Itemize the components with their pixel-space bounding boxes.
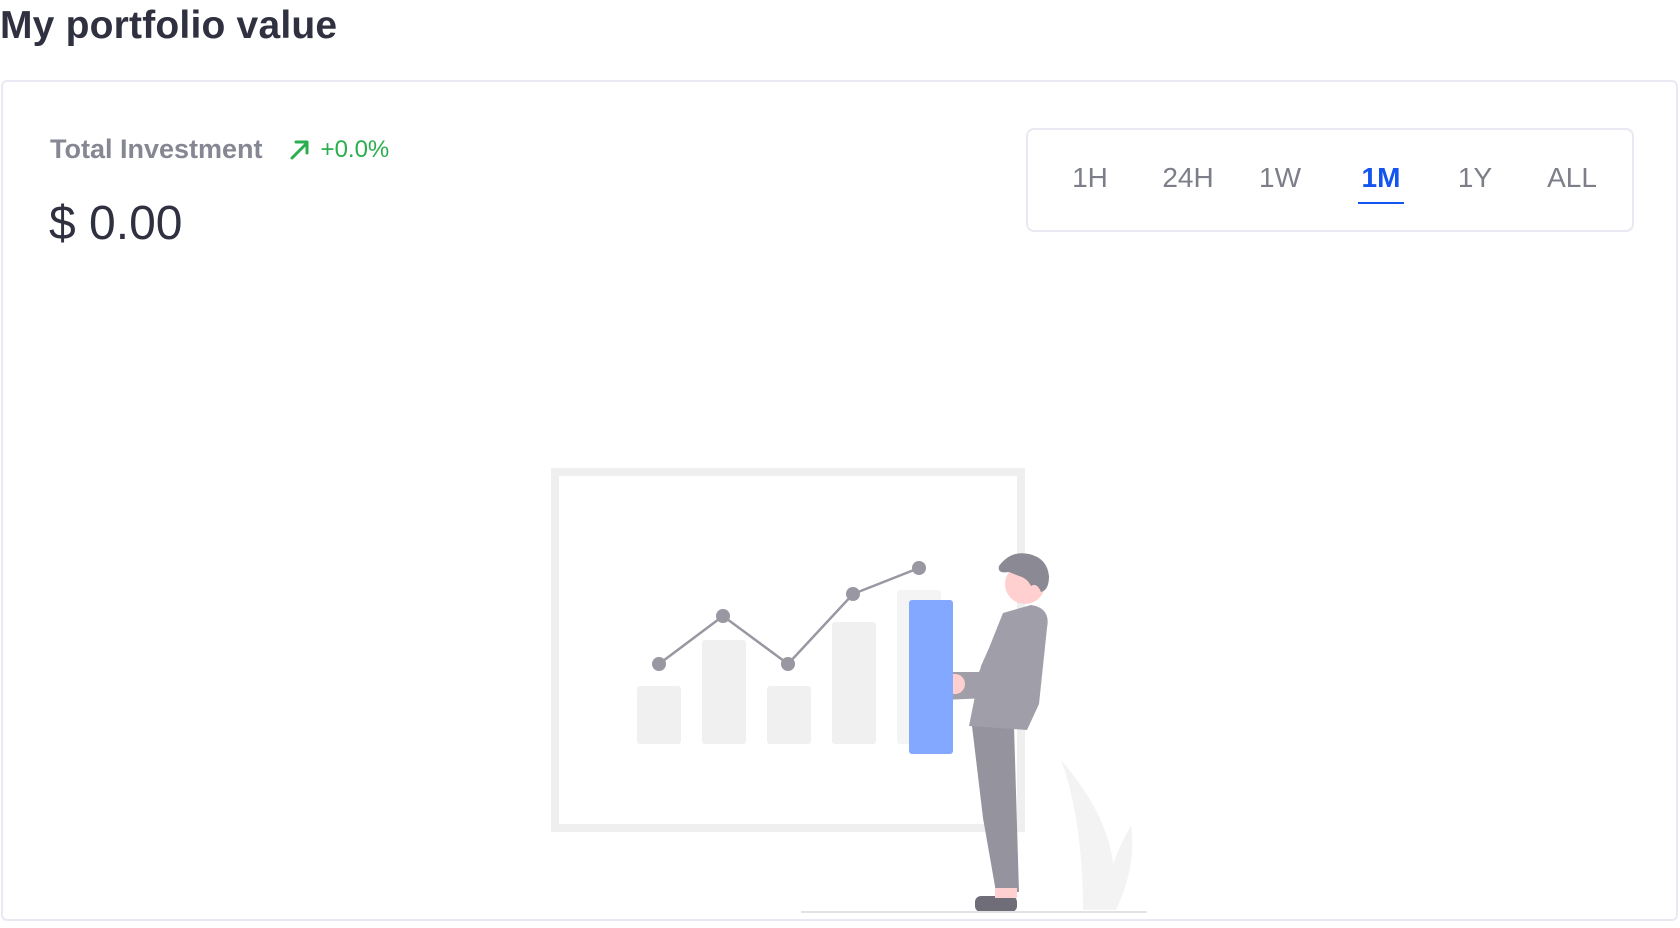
change-percent: +0.0% [320, 135, 390, 163]
bar [832, 622, 876, 744]
person-ankle [995, 888, 1017, 898]
portfolio-card: Total Investment +0.0% $ 0.00 1H 24H 1W … [1, 80, 1678, 921]
person-shoe [975, 896, 1017, 912]
trend-point [716, 609, 730, 623]
trend-point [781, 657, 795, 671]
tab-1w[interactable]: 1W [1258, 160, 1302, 196]
time-range-tabs: 1H 24H 1W 1M 1Y ALL [1026, 128, 1634, 232]
page-title: My portfolio value [0, 4, 338, 47]
trend-point [846, 587, 860, 601]
total-investment-label: Total Investment [50, 134, 263, 164]
highlight-bar [909, 600, 953, 754]
tab-24h[interactable]: 24H [1158, 160, 1218, 196]
tab-1h[interactable]: 1H [1070, 160, 1110, 196]
total-value: $ 0.00 [49, 197, 183, 250]
tab-1y[interactable]: 1Y [1455, 160, 1495, 196]
investment-header: Total Investment +0.0% [50, 134, 389, 165]
trend-line [658, 566, 920, 666]
arrow-up-right-icon [287, 137, 313, 163]
tab-1m[interactable]: 1M [1356, 160, 1406, 196]
bar [637, 686, 681, 744]
active-tab-underline [1358, 202, 1404, 204]
change-indicator: +0.0% [287, 135, 390, 164]
tab-all[interactable]: ALL [1544, 160, 1600, 196]
trend-point [652, 657, 666, 671]
bar [702, 640, 746, 744]
trend-point [912, 561, 926, 575]
bar [767, 686, 811, 744]
empty-chart-illustration [551, 468, 1147, 913]
person-torso [969, 605, 1048, 730]
person-legs [972, 726, 1019, 892]
plant-leaf [1061, 760, 1115, 910]
